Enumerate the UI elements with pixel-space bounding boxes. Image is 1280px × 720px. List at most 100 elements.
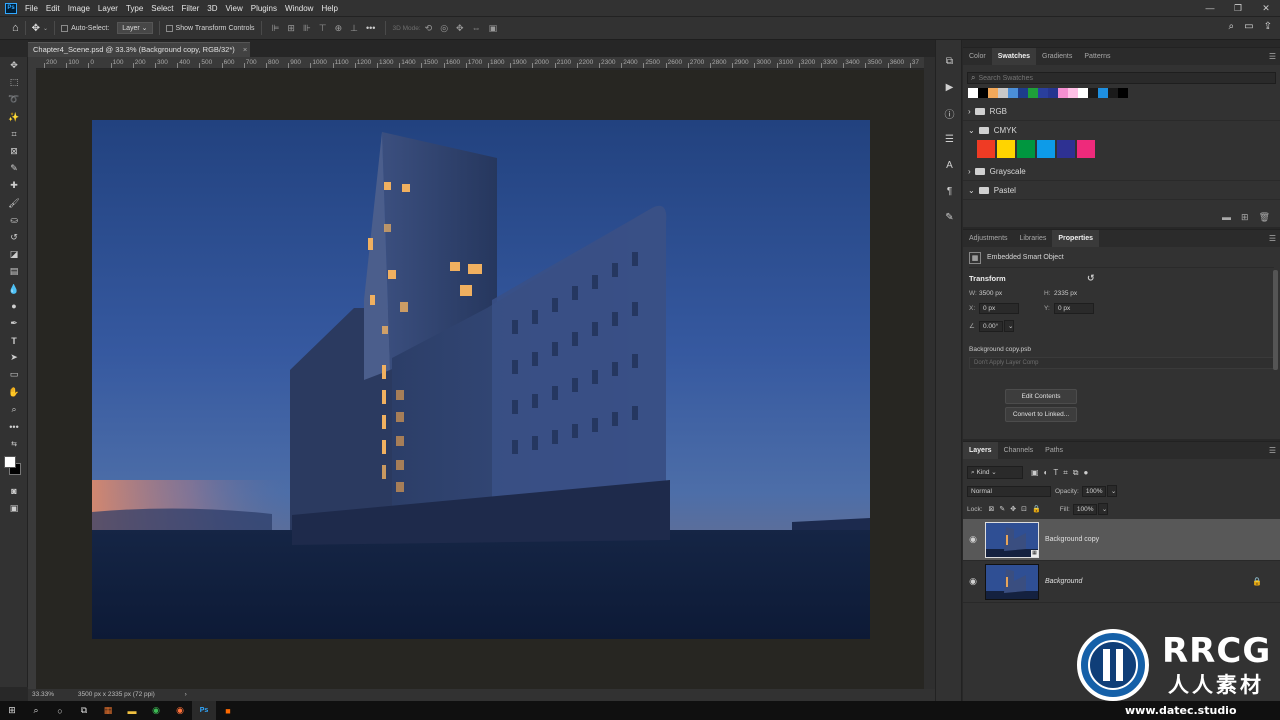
task-view-icon[interactable]: ⧉ (72, 701, 96, 720)
swatch-chip[interactable] (1037, 140, 1055, 158)
chrome-icon[interactable]: ◉ (144, 701, 168, 720)
shape-tool-icon[interactable]: ▭ (0, 366, 28, 383)
edit-toolbar-icon[interactable]: ••• (0, 418, 28, 435)
blur-tool-icon[interactable]: 💧 (0, 280, 28, 297)
swatch-search-box[interactable]: ⌕ (967, 72, 1276, 84)
layer-name[interactable]: Background (1045, 578, 1082, 585)
align-right-icon[interactable]: ⊪ (303, 23, 311, 34)
history-brush-icon[interactable]: ↺ (0, 229, 28, 246)
swatch-chip[interactable] (1118, 88, 1128, 98)
menu-select[interactable]: Select (151, 4, 173, 13)
move-tool-icon[interactable]: ✥ (0, 57, 28, 74)
align-bottom-icon[interactable]: ⊥ (350, 23, 358, 34)
auto-select-target-dropdown[interactable]: Layer ⌄ (117, 22, 153, 34)
swatch-chip[interactable] (997, 140, 1015, 158)
menu-help[interactable]: Help (321, 4, 337, 13)
tab-gradients[interactable]: Gradients (1036, 48, 1078, 65)
swatch-group-rgb[interactable]: › RGB (963, 102, 1280, 121)
screen-mode-icon[interactable]: ▣ (0, 500, 28, 517)
close-icon[interactable]: ✕ (1252, 0, 1280, 16)
lasso-tool-icon[interactable]: ➰ (0, 91, 28, 108)
angle-dropdown-chevron-icon[interactable]: ⌄ (1004, 320, 1014, 332)
edit-contents-button[interactable]: Edit Contents (1005, 389, 1077, 404)
swatch-chip[interactable] (988, 88, 998, 98)
angle-field[interactable]: 0.00° (979, 320, 1003, 332)
swatch-chip[interactable] (1108, 88, 1118, 98)
paragraph-icon[interactable]: ¶ (936, 178, 963, 204)
brush-tool-icon[interactable]: 🖌 (0, 195, 28, 212)
tab-channels[interactable]: Channels (998, 442, 1040, 459)
photoshop-taskbar-icon[interactable]: Ps (192, 701, 216, 720)
swatch-chip[interactable] (1098, 88, 1108, 98)
auto-select-checkbox[interactable] (61, 24, 69, 32)
path-selection-icon[interactable]: ➤ (0, 349, 28, 366)
align-middle-icon[interactable]: ⊕ (335, 23, 343, 34)
layer-comp-dropdown[interactable]: Don't Apply Layer Comp (969, 357, 1274, 369)
reset-transform-icon[interactable]: ↺ (1087, 273, 1095, 284)
tab-libraries[interactable]: Libraries (1014, 230, 1053, 247)
adjustments-icon[interactable]: ☰ (936, 126, 963, 152)
swatch-chip[interactable] (1048, 88, 1058, 98)
3d-pan-icon[interactable]: ✥ (456, 23, 464, 34)
new-group-icon[interactable]: ▬ (1222, 212, 1231, 223)
menu-plugins[interactable]: Plugins (251, 4, 277, 13)
status-arrow-icon[interactable]: › (185, 691, 187, 698)
tab-properties[interactable]: Properties (1052, 230, 1100, 247)
menu-3d[interactable]: 3D (207, 4, 217, 13)
layer-name[interactable]: Background copy (1045, 536, 1099, 543)
filter-icons[interactable]: ▣◐T⌗⧉● (1031, 468, 1093, 478)
panel-menu-icon[interactable]: ☰ (1269, 234, 1276, 243)
windows-start-icon[interactable]: ⊞ (0, 701, 24, 720)
pen-tool-icon[interactable]: ✒ (0, 315, 28, 332)
align-left-icon[interactable]: ⊫ (272, 23, 280, 34)
cortana-icon[interactable]: ○ (48, 701, 72, 720)
height-value[interactable]: 2335 px (1054, 290, 1077, 297)
swatch-chip[interactable] (1018, 88, 1028, 98)
swatch-group-pastel[interactable]: ⌄ Pastel (963, 181, 1280, 200)
menu-layer[interactable]: Layer (98, 4, 118, 13)
x-field[interactable]: 0 px (979, 303, 1019, 314)
brushes-icon[interactable]: ✎ (936, 204, 963, 230)
swatch-chip[interactable] (1038, 88, 1048, 98)
zoom-tool-icon[interactable]: ⌕ (0, 401, 28, 418)
swatch-chip[interactable] (977, 140, 995, 158)
menu-view[interactable]: View (226, 4, 243, 13)
swatch-search-input[interactable] (978, 74, 1179, 82)
dodge-tool-icon[interactable]: ● (0, 298, 28, 315)
menu-file[interactable]: File (25, 4, 38, 13)
chevron-down-icon[interactable]: ⌄ (43, 25, 48, 32)
healing-tool-icon[interactable]: ✚ (0, 177, 28, 194)
align-top-icon[interactable]: ⊤ (319, 23, 327, 34)
restore-icon[interactable]: ❐ (1224, 0, 1252, 16)
swatch-chip[interactable] (1078, 88, 1088, 98)
app-icon-orange[interactable]: ■ (216, 701, 240, 720)
tab-swatches[interactable]: Swatches (991, 48, 1037, 65)
character-icon[interactable]: A (936, 152, 963, 178)
swatch-chip[interactable] (998, 88, 1008, 98)
3d-roll-icon[interactable]: ◎ (440, 23, 448, 34)
zoom-level[interactable]: 33.33% (32, 691, 54, 698)
opacity-chevron-icon[interactable]: ⌄ (1106, 485, 1117, 497)
align-center-icon[interactable]: ⊞ (287, 23, 295, 34)
share-icon[interactable]: ⇪ (1264, 21, 1272, 32)
swatch-chip[interactable] (1008, 88, 1018, 98)
gradient-tool-icon[interactable]: ▤ (0, 263, 28, 280)
visibility-eye-icon[interactable]: ◉ (963, 576, 983, 587)
3d-orbit-icon[interactable]: ⟲ (425, 23, 433, 34)
tab-layers[interactable]: Layers (963, 442, 998, 459)
stamp-tool-icon[interactable]: ⛀ (0, 212, 28, 229)
magic-wand-tool-icon[interactable]: ✨ (0, 109, 28, 126)
panel-menu-icon[interactable]: ☰ (1269, 446, 1276, 455)
file-explorer-icon[interactable]: ▬ (120, 701, 144, 720)
properties-scrollbar[interactable] (1273, 270, 1278, 370)
firefox-icon[interactable]: ◉ (168, 701, 192, 720)
layer-row-background[interactable]: ◉ Background 🔒 (963, 561, 1280, 603)
swatch-group-grayscale[interactable]: › Grayscale (963, 162, 1280, 181)
minimize-icon[interactable]: — (1196, 0, 1224, 16)
fill-chevron-icon[interactable]: ⌄ (1097, 503, 1108, 515)
app-icon[interactable]: ▦ (96, 701, 120, 720)
home-icon[interactable]: ⌂ (12, 22, 19, 34)
swatch-chip[interactable] (968, 88, 978, 98)
menu-filter[interactable]: Filter (182, 4, 200, 13)
3d-scale-icon[interactable]: ▣ (489, 23, 498, 34)
